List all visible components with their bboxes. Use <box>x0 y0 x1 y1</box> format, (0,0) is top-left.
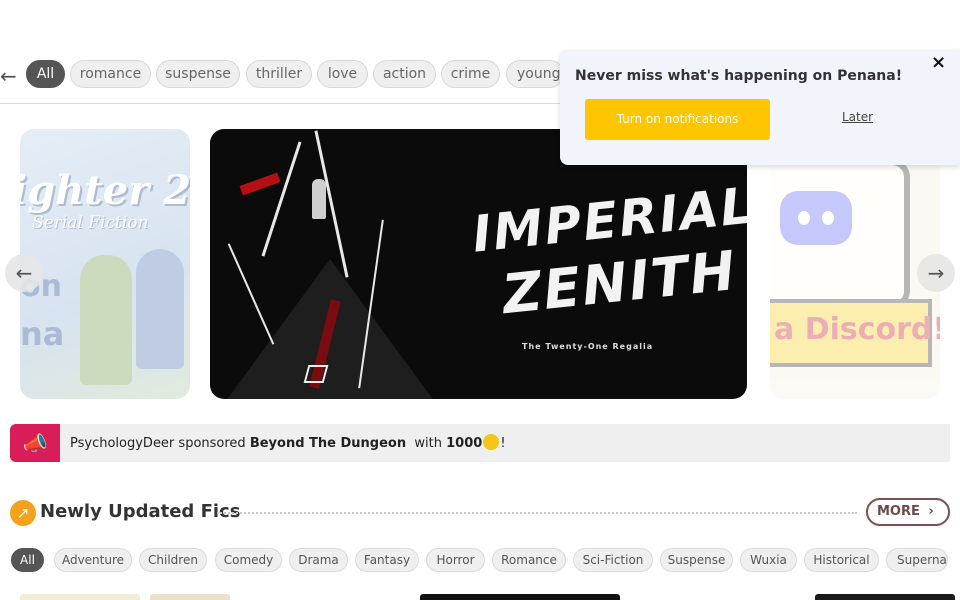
arrow-left-icon: ← <box>15 261 33 285</box>
tag-thriller[interactable]: thriller <box>246 60 312 88</box>
carousel-next-button[interactable]: → <box>917 254 955 292</box>
genre-fantasy[interactable]: Fantasy <box>355 548 419 572</box>
sponsor-verb: sponsored <box>178 436 246 451</box>
discord-logo-icon <box>780 191 852 245</box>
sponsor-user[interactable]: PsychologyDeer <box>70 436 174 451</box>
slide-title: a Discord! <box>774 312 940 347</box>
turn-on-notifications-button[interactable]: Turn on notifications <box>585 99 770 140</box>
later-link[interactable]: Later <box>842 110 873 124</box>
genre-horror[interactable]: Horror <box>426 548 485 572</box>
genre-suspense[interactable]: Suspense <box>660 548 733 572</box>
arrow-left-icon[interactable]: ← <box>0 64 18 88</box>
carousel-slide-right[interactable]: a Discord! <box>770 129 940 399</box>
notification-title: Never miss what's happening on Penana! <box>575 68 903 84</box>
genre-comedy[interactable]: Comedy <box>215 548 282 572</box>
red-streak <box>239 172 281 196</box>
genre-sci-fiction[interactable]: Sci-Fiction <box>573 548 653 572</box>
more-button[interactable]: MORE › <box>866 498 950 526</box>
sponsor-with: with <box>414 436 442 451</box>
more-label: MORE <box>877 504 920 519</box>
tag-romance[interactable]: romance <box>70 60 151 88</box>
discord-eye <box>822 211 834 225</box>
dotted-divider <box>217 512 857 514</box>
story-thumbnails-row <box>0 594 960 600</box>
sponsor-story[interactable]: Beyond The Dungeon <box>250 436 406 451</box>
genre-drama[interactable]: Drama <box>289 548 348 572</box>
tag-love[interactable]: love <box>317 60 368 88</box>
tag-action[interactable]: action <box>373 60 436 88</box>
carousel-slide-left[interactable]: ighter 2 Serial Fiction on na <box>20 129 190 399</box>
coin-icon <box>483 434 500 450</box>
discord-eye <box>798 211 810 225</box>
tag-crime[interactable]: crime <box>441 60 500 88</box>
lightning-bolt <box>261 141 302 257</box>
tag-suspense[interactable]: suspense <box>156 60 240 88</box>
carousel-slide-main[interactable]: IMPERIAL ZENITH The Twenty-One Regalia <box>210 129 747 399</box>
genre-supernatural[interactable]: Supernatural <box>886 548 948 572</box>
character-figure <box>136 249 184 369</box>
carousel-prev-button[interactable]: ← <box>5 254 43 292</box>
slide-subtitle: Serial Fiction <box>32 213 149 233</box>
genre-wuxia[interactable]: Wuxia <box>740 548 797 572</box>
megaphone-icon: 📣 <box>10 424 60 462</box>
featured-carousel: ighter 2 Serial Fiction on na IMPERIAL Z… <box>0 129 960 399</box>
story-thumbnail[interactable] <box>815 594 955 600</box>
sponsor-suffix: ! <box>500 436 506 451</box>
trending-icon: ↗ <box>10 500 36 526</box>
genre-children[interactable]: Children <box>139 548 207 572</box>
slide-text: na <box>20 315 65 353</box>
story-thumbnail[interactable] <box>420 594 620 600</box>
close-icon[interactable]: × <box>931 52 946 73</box>
genre-all[interactable]: All <box>11 548 44 572</box>
story-thumbnail[interactable] <box>20 594 140 600</box>
chevron-right-icon: › <box>928 504 934 519</box>
sponsor-banner[interactable]: 📣 PsychologyDeer sponsored Beyond The Du… <box>10 424 950 462</box>
sponsor-text: PsychologyDeer sponsored Beyond The Dung… <box>70 434 506 451</box>
notification-prompt: Never miss what's happening on Penana! ×… <box>560 50 960 165</box>
genre-romance[interactable]: Romance <box>492 548 566 572</box>
slide-title: ighter 2 <box>20 167 190 214</box>
tag-all[interactable]: All <box>26 60 65 88</box>
arrow-right-icon: → <box>927 261 945 285</box>
newly-updated-header: ↗ Newly Updated Fics MORE › <box>10 498 950 528</box>
genre-adventure[interactable]: Adventure <box>54 548 132 572</box>
tag-youngadult[interactable]: youngadult <box>506 60 564 88</box>
character-figure <box>312 179 326 219</box>
top-header <box>0 0 960 48</box>
slide-subtitle: The Twenty-One Regalia <box>522 342 654 351</box>
character-figure <box>80 255 132 385</box>
genre-historical[interactable]: Historical <box>804 548 879 572</box>
section-title: Newly Updated Fics <box>40 501 241 522</box>
sponsor-amount: 1000 <box>446 436 483 451</box>
story-thumbnail[interactable] <box>150 594 230 600</box>
